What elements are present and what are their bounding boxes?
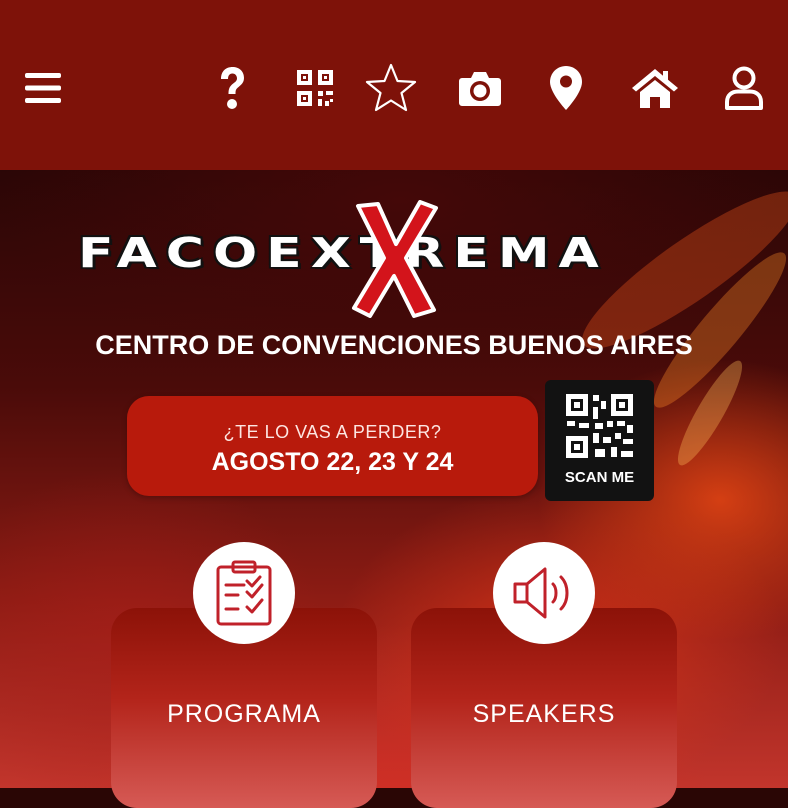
venue-title: CENTRO DE CONVENCIONES BUENOS AIRES xyxy=(95,330,693,360)
event-question: ¿TE LO VAS A PERDER? xyxy=(223,422,442,442)
event-dates: AGOSTO 22, 23 Y 24 xyxy=(211,448,454,476)
qr-code-icon[interactable] xyxy=(291,62,339,114)
help-icon[interactable] xyxy=(208,62,256,114)
programa-label: PROGRAMA xyxy=(167,700,321,728)
user-icon[interactable] xyxy=(720,62,768,114)
scan-me-button[interactable]: SCAN ME xyxy=(545,380,654,501)
scan-me-label: SCAN ME xyxy=(564,469,635,486)
facoextrema-logo: FACOEXTREMA xyxy=(72,200,717,318)
menu-icon[interactable] xyxy=(19,62,67,114)
top-toolbar xyxy=(0,0,788,170)
qr-code-icon xyxy=(566,394,633,458)
logo-x-mark xyxy=(352,200,438,318)
speaker-volume-icon xyxy=(493,542,595,644)
home-icon[interactable] xyxy=(629,62,681,114)
speakers-label: SPEAKERS xyxy=(472,700,616,728)
camera-icon[interactable] xyxy=(456,62,504,114)
star-icon[interactable] xyxy=(363,62,419,114)
location-pin-icon[interactable] xyxy=(542,62,590,114)
event-date-banner: ¿TE LO VAS A PERDER? AGOSTO 22, 23 Y 24 xyxy=(127,396,538,496)
clipboard-checklist-icon xyxy=(193,542,295,644)
